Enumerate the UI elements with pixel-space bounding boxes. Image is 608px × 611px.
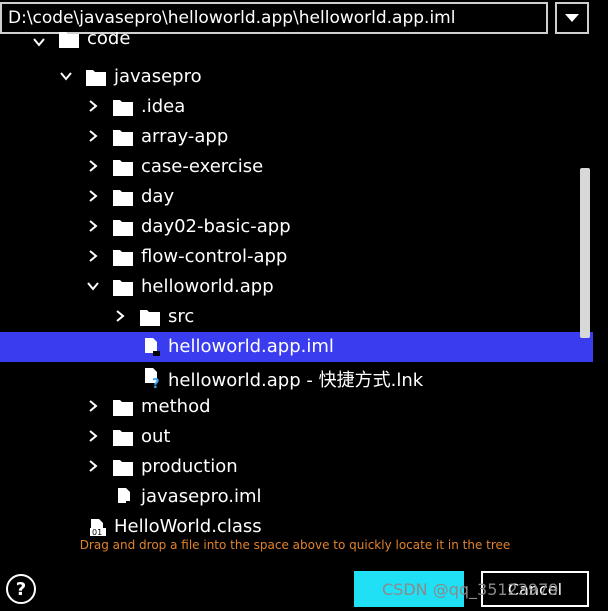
chevron-down-icon[interactable] — [86, 279, 100, 293]
tree-node-method[interactable]: method — [0, 392, 593, 422]
chevron-right-icon[interactable] — [86, 459, 100, 473]
tree-node-shortcut-lnk[interactable]: ? helloworld.app - 快捷方式.lnk — [0, 362, 593, 392]
help-icon[interactable]: ? — [6, 574, 36, 604]
chevron-right-icon[interactable] — [86, 159, 100, 173]
chevron-right-icon[interactable] — [86, 219, 100, 233]
class-file-icon: 01 — [88, 518, 108, 537]
folder-icon — [113, 248, 133, 266]
tree-node-helloworld-app[interactable]: helloworld.app — [0, 272, 593, 302]
folder-icon — [113, 278, 133, 296]
chevron-right-icon[interactable] — [113, 309, 127, 323]
tree-node-case-exercise[interactable]: case-exercise — [0, 152, 593, 182]
file-tree[interactable]: code javasepro .idea array-app case-exer… — [0, 32, 594, 537]
tree-node-javasepro[interactable]: javasepro — [0, 62, 593, 92]
folder-icon — [113, 398, 133, 416]
folder-icon — [113, 428, 133, 446]
chevron-right-icon[interactable] — [86, 129, 100, 143]
tree-node-label: HelloWorld.class — [114, 516, 262, 537]
folder-icon — [113, 128, 133, 146]
chevron-right-icon[interactable] — [86, 189, 100, 203]
tree-node-label: src — [168, 306, 195, 327]
folder-icon — [113, 458, 133, 476]
folder-icon — [86, 68, 106, 86]
tree-node-javasepro-iml[interactable]: javasepro.iml — [0, 482, 593, 512]
tree-node-day02-basic-app[interactable]: day02-basic-app — [0, 212, 593, 242]
ok-button[interactable] — [354, 571, 464, 607]
chevron-down-icon[interactable] — [32, 35, 46, 49]
chevron-right-icon[interactable] — [86, 99, 100, 113]
svg-text:01: 01 — [92, 528, 102, 537]
tree-node-label: .idea — [141, 96, 186, 117]
folder-icon — [113, 218, 133, 236]
drag-drop-hint: Drag and drop a file into the space abov… — [79, 538, 511, 552]
tree-node-flow-control-app[interactable]: flow-control-app — [0, 242, 593, 272]
tree-node-label: production — [141, 456, 238, 477]
tree-node-out[interactable]: out — [0, 422, 593, 452]
tree-node-src[interactable]: src — [0, 302, 593, 332]
chevron-right-icon[interactable] — [86, 249, 100, 263]
tree-node-label: javasepro — [114, 66, 202, 87]
tree-node-label: case-exercise — [141, 156, 264, 177]
module-file-icon — [115, 487, 135, 506]
tree-node-label: helloworld.app.iml — [168, 336, 334, 357]
path-history-dropdown-button[interactable] — [555, 2, 589, 34]
tree-node-label: flow-control-app — [141, 246, 288, 267]
tree-node-array-app[interactable]: array-app — [0, 122, 593, 152]
chevron-down-icon[interactable] — [59, 69, 73, 83]
tree-node-label: method — [141, 396, 211, 417]
folder-icon — [140, 308, 160, 326]
folder-icon — [113, 188, 133, 206]
tree-node-helloworld-class[interactable]: 01 HelloWorld.class — [0, 512, 593, 537]
tree-node-label: array-app — [141, 126, 229, 147]
tree-node-production[interactable]: production — [0, 452, 593, 482]
path-field[interactable] — [0, 2, 548, 34]
folder-icon — [113, 158, 133, 176]
tree-node-label: day — [141, 186, 175, 207]
module-file-icon — [142, 337, 162, 356]
tree-node-label: out — [141, 426, 171, 447]
tree-node-code[interactable]: code — [0, 32, 593, 62]
tree-node-label: code — [87, 32, 131, 49]
path-input[interactable] — [2, 4, 546, 32]
folder-icon — [113, 98, 133, 116]
scrollbar-thumb[interactable] — [580, 168, 590, 338]
tree-node-label: javasepro.iml — [141, 486, 262, 507]
chevron-down-icon — [565, 14, 579, 22]
chevron-right-icon[interactable] — [86, 399, 100, 413]
tree-node-day[interactable]: day — [0, 182, 593, 212]
tree-node-helloworld-app-iml[interactable]: helloworld.app.iml — [0, 332, 593, 362]
tree-node-label: helloworld.app - 快捷方式.lnk — [168, 370, 424, 391]
tree-node-label: helloworld.app — [141, 276, 274, 297]
chevron-right-icon[interactable] — [86, 429, 100, 443]
tree-node-idea[interactable]: .idea — [0, 92, 593, 122]
cancel-button[interactable]: Cancel — [481, 571, 589, 607]
tree-node-label: day02-basic-app — [141, 216, 291, 237]
unknown-file-icon: ? — [142, 367, 162, 392]
svg-text:?: ? — [152, 377, 160, 389]
folder-icon — [59, 32, 79, 48]
